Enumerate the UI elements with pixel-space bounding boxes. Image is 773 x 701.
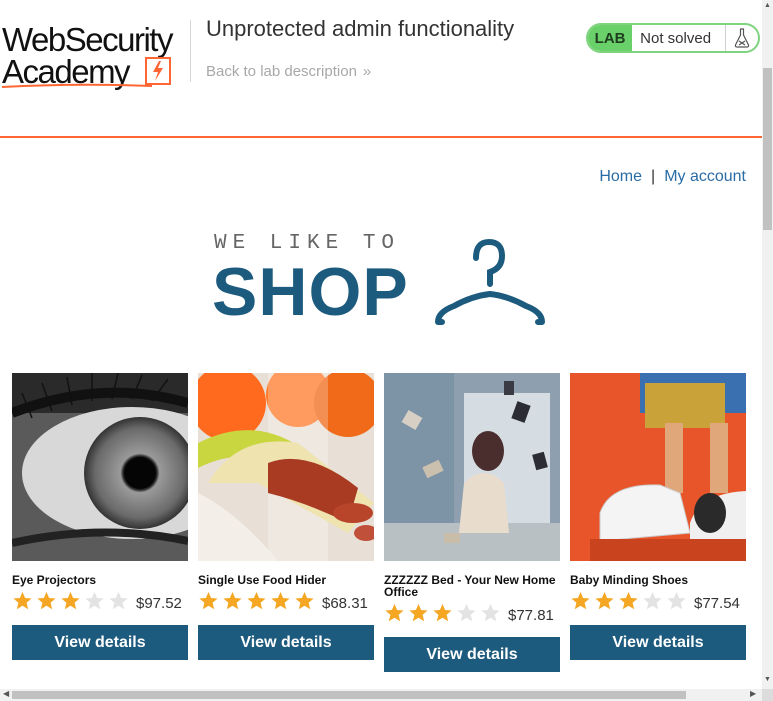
product-price: $77.81 (508, 606, 554, 624)
product-card: Eye Projectors $97.52 View details (12, 373, 188, 660)
lab-status-widget: LAB Not solved (586, 23, 760, 53)
product-rating: $77.81 (384, 603, 560, 628)
product-image-baby-minding-shoes[interactable] (570, 373, 746, 561)
page-viewport: WebSecurity Academy Unprotected admin fu… (0, 0, 762, 689)
nav-my-account-link[interactable]: My account (664, 168, 746, 185)
back-link-label: Back to lab description (206, 63, 357, 80)
product-price: $77.54 (694, 594, 740, 612)
star-filled-icon (247, 591, 266, 609)
star-filled-icon (223, 591, 242, 609)
star-empty-icon (109, 591, 128, 609)
star-filled-icon (571, 591, 590, 609)
scroll-down-arrow-icon[interactable]: ▼ (764, 676, 771, 683)
scroll-right-arrow-icon[interactable]: ▶ (750, 689, 756, 698)
star-empty-icon (481, 603, 500, 621)
horizontal-scroll-thumb[interactable] (12, 691, 686, 699)
product-name: Single Use Food Hider (198, 573, 327, 587)
star-filled-icon (295, 591, 314, 609)
star-filled-icon (37, 591, 56, 609)
product-image-zzzzzz-bed[interactable] (384, 373, 560, 561)
double-chevron-right-icon: » (362, 63, 371, 80)
logo-bolt-icon (145, 57, 171, 85)
header-divider (190, 20, 191, 82)
star-empty-icon (457, 603, 476, 621)
star-filled-icon (433, 603, 452, 621)
header-orange-rule (0, 136, 762, 138)
lab-status-text: Not solved (640, 29, 712, 47)
nav-separator: | (651, 168, 656, 185)
product-price: $68.31 (322, 594, 368, 612)
star-empty-icon (85, 591, 104, 609)
star-filled-icon (61, 591, 80, 609)
lab-badge: LAB (588, 25, 633, 51)
bedroom-books-photo (384, 373, 560, 561)
shop-banner: WE LIKE TO SHOP (212, 232, 552, 332)
nav-home-link[interactable]: Home (599, 168, 642, 185)
toy-shoes-photo (570, 373, 746, 561)
vertical-scroll-thumb[interactable] (763, 68, 772, 230)
rating-stars (198, 591, 318, 616)
product-price: $97.52 (136, 594, 182, 612)
logo-text-line1: WebSecurity (2, 21, 173, 58)
scroll-left-arrow-icon[interactable]: ◀ (3, 689, 9, 698)
star-filled-icon (271, 591, 290, 609)
product-card: Single Use Food Hider $68.31 View detail… (198, 373, 374, 660)
lab-title: Unprotected admin functionality (206, 16, 515, 41)
top-nav: Home | My account (599, 168, 746, 186)
product-name: ZZZZZZ Bed - Your New Home Office (384, 573, 556, 599)
product-name: Baby Minding Shoes (570, 573, 689, 587)
product-image-single-use-food-hider[interactable] (198, 373, 374, 561)
rating-stars (570, 591, 690, 616)
star-filled-icon (199, 591, 218, 609)
product-rating: $77.54 (570, 591, 746, 616)
view-details-button[interactable]: View details (12, 625, 188, 660)
star-filled-icon (619, 591, 638, 609)
product-card: ZZZZZZ Bed - Your New Home Office $77.81… (384, 373, 560, 672)
view-details-button[interactable]: View details (198, 625, 374, 660)
logo-underline-swoosh (2, 83, 152, 88)
view-details-button[interactable]: View details (570, 625, 746, 660)
banner-tagline: WE LIKE TO (214, 232, 401, 255)
sausage-banana-photo (198, 373, 374, 561)
star-filled-icon (385, 603, 404, 621)
scrollbar-corner (762, 689, 773, 701)
star-filled-icon (595, 591, 614, 609)
flask-icon (734, 28, 749, 48)
rating-stars (384, 603, 504, 628)
view-details-button[interactable]: View details (384, 637, 560, 672)
vertical-scrollbar[interactable]: ▲ ▼ (762, 0, 773, 689)
product-name: Eye Projectors (12, 573, 97, 587)
banner-headline: SHOP (212, 254, 409, 330)
websecurity-academy-logo[interactable]: WebSecurity Academy (2, 20, 190, 92)
star-filled-icon (409, 603, 428, 621)
scroll-up-arrow-icon[interactable]: ▲ (764, 2, 771, 9)
product-rating: $68.31 (198, 591, 374, 616)
product-rating: $97.52 (12, 591, 188, 616)
lab-status-icon-box (724, 25, 758, 51)
star-filled-icon (13, 591, 32, 609)
star-empty-icon (643, 591, 662, 609)
back-to-lab-description-link[interactable]: Back to lab description » (206, 63, 371, 80)
product-card: Baby Minding Shoes $77.54 View details (570, 373, 746, 660)
rating-stars (12, 591, 132, 616)
star-empty-icon (667, 591, 686, 609)
product-image-eye-projectors[interactable] (12, 373, 188, 561)
horizontal-scrollbar[interactable]: ◀ ▶ (0, 689, 762, 701)
hanger-icon (435, 238, 545, 325)
eye-closeup-photo (12, 373, 188, 561)
